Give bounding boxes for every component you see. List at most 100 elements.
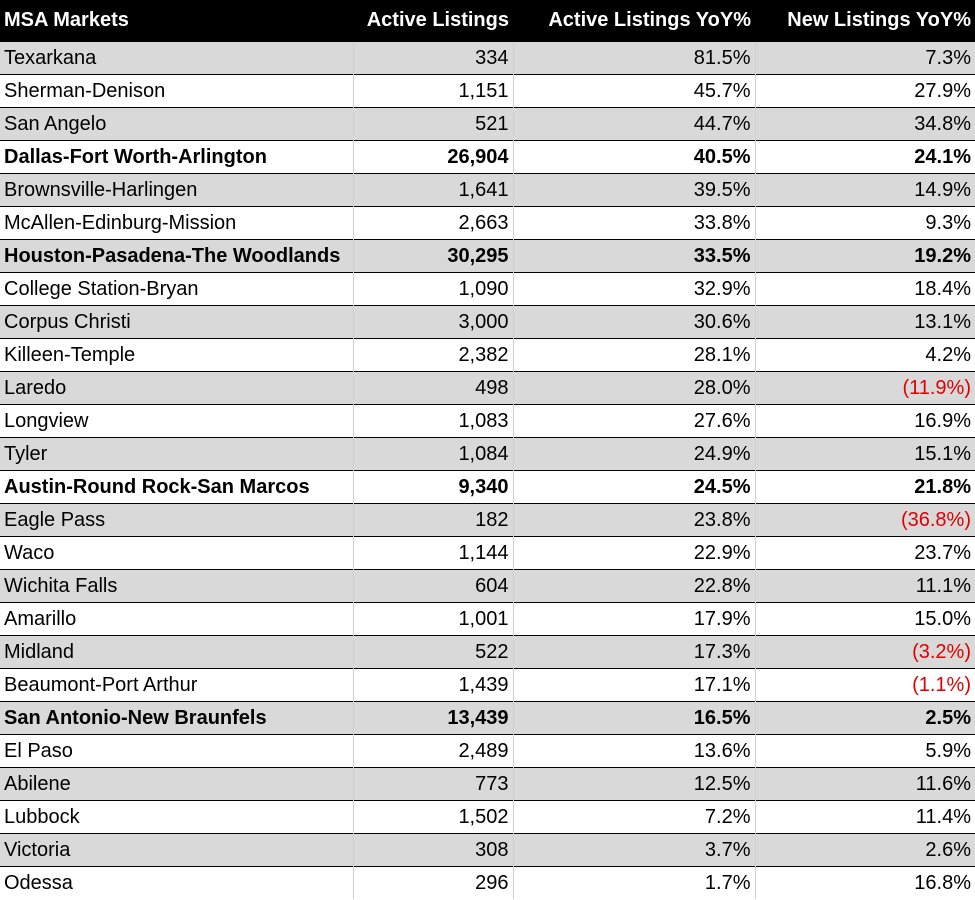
cell-active-listings-yoy[interactable]: 7.2% (512, 800, 755, 834)
cell-new-listings-yoy[interactable]: 15.0% (754, 602, 975, 636)
cell-new-listings-yoy[interactable]: 19.2% (754, 239, 975, 273)
cell-active-listings[interactable]: 308 (352, 833, 513, 867)
cell-new-listings-yoy[interactable]: (1.1%) (754, 668, 975, 702)
cell-active-listings[interactable]: 604 (352, 569, 513, 603)
cell-msa-name[interactable]: Odessa (0, 866, 353, 899)
cell-msa-name[interactable]: Dallas-Fort Worth-Arlington (0, 140, 353, 174)
cell-active-listings[interactable]: 296 (352, 866, 513, 899)
cell-new-listings-yoy[interactable]: 34.8% (754, 107, 975, 141)
cell-new-listings-yoy[interactable]: (3.2%) (754, 635, 975, 669)
cell-new-listings-yoy[interactable]: 5.9% (754, 734, 975, 768)
cell-new-listings-yoy[interactable]: 9.3% (754, 206, 975, 240)
cell-msa-name[interactable]: Beaumont-Port Arthur (0, 668, 353, 702)
cell-new-listings-yoy[interactable]: 4.2% (754, 338, 975, 372)
header-msa-markets[interactable]: MSA Markets (0, 0, 353, 42)
cell-msa-name[interactable]: Tyler (0, 437, 353, 471)
cell-msa-name[interactable]: College Station-Bryan (0, 272, 353, 306)
cell-active-listings[interactable]: 3,000 (352, 305, 513, 339)
cell-active-listings-yoy[interactable]: 27.6% (512, 404, 755, 438)
cell-active-listings-yoy[interactable]: 45.7% (512, 74, 755, 108)
cell-msa-name[interactable]: Houston-Pasadena-The Woodlands (0, 239, 353, 273)
cell-active-listings-yoy[interactable]: 1.7% (512, 866, 755, 899)
cell-active-listings[interactable]: 1,144 (352, 536, 513, 570)
cell-msa-name[interactable]: Victoria (0, 833, 353, 867)
cell-active-listings-yoy[interactable]: 28.0% (512, 371, 755, 405)
cell-new-listings-yoy[interactable]: 14.9% (754, 173, 975, 207)
cell-msa-name[interactable]: Midland (0, 635, 353, 669)
header-new-listings-yoy[interactable]: New Listings YoY% (755, 0, 975, 42)
cell-active-listings[interactable]: 522 (352, 635, 513, 669)
cell-msa-name[interactable]: El Paso (0, 734, 353, 768)
cell-new-listings-yoy[interactable]: (36.8%) (754, 503, 975, 537)
cell-active-listings-yoy[interactable]: 16.5% (512, 701, 755, 735)
cell-new-listings-yoy[interactable]: 24.1% (754, 140, 975, 174)
cell-new-listings-yoy[interactable]: 18.4% (754, 272, 975, 306)
cell-active-listings-yoy[interactable]: 22.9% (512, 536, 755, 570)
cell-msa-name[interactable]: Killeen-Temple (0, 338, 353, 372)
cell-active-listings[interactable]: 2,382 (352, 338, 513, 372)
cell-new-listings-yoy[interactable]: 11.1% (754, 569, 975, 603)
cell-active-listings-yoy[interactable]: 13.6% (512, 734, 755, 768)
cell-msa-name[interactable]: Corpus Christi (0, 305, 353, 339)
cell-new-listings-yoy[interactable]: 7.3% (754, 41, 975, 75)
cell-new-listings-yoy[interactable]: 2.6% (754, 833, 975, 867)
cell-new-listings-yoy[interactable]: 16.8% (754, 866, 975, 899)
cell-active-listings-yoy[interactable]: 17.9% (512, 602, 755, 636)
cell-active-listings[interactable]: 1,502 (352, 800, 513, 834)
cell-msa-name[interactable]: San Antonio-New Braunfels (0, 701, 353, 735)
cell-active-listings[interactable]: 1,439 (352, 668, 513, 702)
cell-msa-name[interactable]: Eagle Pass (0, 503, 353, 537)
cell-msa-name[interactable]: Austin-Round Rock-San Marcos (0, 470, 353, 504)
cell-active-listings[interactable]: 1,001 (352, 602, 513, 636)
cell-active-listings[interactable]: 334 (352, 41, 513, 75)
cell-msa-name[interactable]: Waco (0, 536, 353, 570)
cell-msa-name[interactable]: Lubbock (0, 800, 353, 834)
cell-msa-name[interactable]: Wichita Falls (0, 569, 353, 603)
cell-active-listings[interactable]: 26,904 (352, 140, 513, 174)
cell-msa-name[interactable]: Texarkana (0, 41, 353, 75)
cell-active-listings-yoy[interactable]: 28.1% (512, 338, 755, 372)
cell-active-listings[interactable]: 498 (352, 371, 513, 405)
header-active-listings-yoy[interactable]: Active Listings YoY% (513, 0, 755, 42)
cell-active-listings[interactable]: 9,340 (352, 470, 513, 504)
header-active-listings[interactable]: Active Listings (353, 0, 513, 42)
cell-active-listings-yoy[interactable]: 12.5% (512, 767, 755, 801)
cell-new-listings-yoy[interactable]: 27.9% (754, 74, 975, 108)
cell-active-listings-yoy[interactable]: 33.5% (512, 239, 755, 273)
cell-active-listings[interactable]: 1,090 (352, 272, 513, 306)
cell-msa-name[interactable]: McAllen-Edinburg-Mission (0, 206, 353, 240)
cell-active-listings[interactable]: 13,439 (352, 701, 513, 735)
cell-active-listings-yoy[interactable]: 24.5% (512, 470, 755, 504)
cell-active-listings[interactable]: 1,083 (352, 404, 513, 438)
cell-active-listings-yoy[interactable]: 17.1% (512, 668, 755, 702)
cell-msa-name[interactable]: Brownsville-Harlingen (0, 173, 353, 207)
cell-new-listings-yoy[interactable]: 2.5% (754, 701, 975, 735)
cell-active-listings[interactable]: 1,641 (352, 173, 513, 207)
cell-active-listings[interactable]: 30,295 (352, 239, 513, 273)
cell-new-listings-yoy[interactable]: 11.4% (754, 800, 975, 834)
cell-active-listings[interactable]: 1,084 (352, 437, 513, 471)
cell-msa-name[interactable]: Abilene (0, 767, 353, 801)
cell-active-listings-yoy[interactable]: 24.9% (512, 437, 755, 471)
cell-new-listings-yoy[interactable]: 16.9% (754, 404, 975, 438)
cell-active-listings[interactable]: 2,663 (352, 206, 513, 240)
cell-active-listings-yoy[interactable]: 23.8% (512, 503, 755, 537)
cell-new-listings-yoy[interactable]: (11.9%) (754, 371, 975, 405)
cell-msa-name[interactable]: Amarillo (0, 602, 353, 636)
cell-active-listings-yoy[interactable]: 81.5% (512, 41, 755, 75)
cell-new-listings-yoy[interactable]: 23.7% (754, 536, 975, 570)
cell-active-listings-yoy[interactable]: 39.5% (512, 173, 755, 207)
cell-active-listings[interactable]: 1,151 (352, 74, 513, 108)
cell-active-listings-yoy[interactable]: 33.8% (512, 206, 755, 240)
cell-msa-name[interactable]: Laredo (0, 371, 353, 405)
cell-active-listings[interactable]: 521 (352, 107, 513, 141)
cell-active-listings[interactable]: 773 (352, 767, 513, 801)
cell-new-listings-yoy[interactable]: 13.1% (754, 305, 975, 339)
cell-new-listings-yoy[interactable]: 15.1% (754, 437, 975, 471)
cell-msa-name[interactable]: Longview (0, 404, 353, 438)
cell-active-listings-yoy[interactable]: 32.9% (512, 272, 755, 306)
cell-active-listings-yoy[interactable]: 44.7% (512, 107, 755, 141)
cell-new-listings-yoy[interactable]: 21.8% (754, 470, 975, 504)
cell-active-listings-yoy[interactable]: 17.3% (512, 635, 755, 669)
cell-msa-name[interactable]: San Angelo (0, 107, 353, 141)
